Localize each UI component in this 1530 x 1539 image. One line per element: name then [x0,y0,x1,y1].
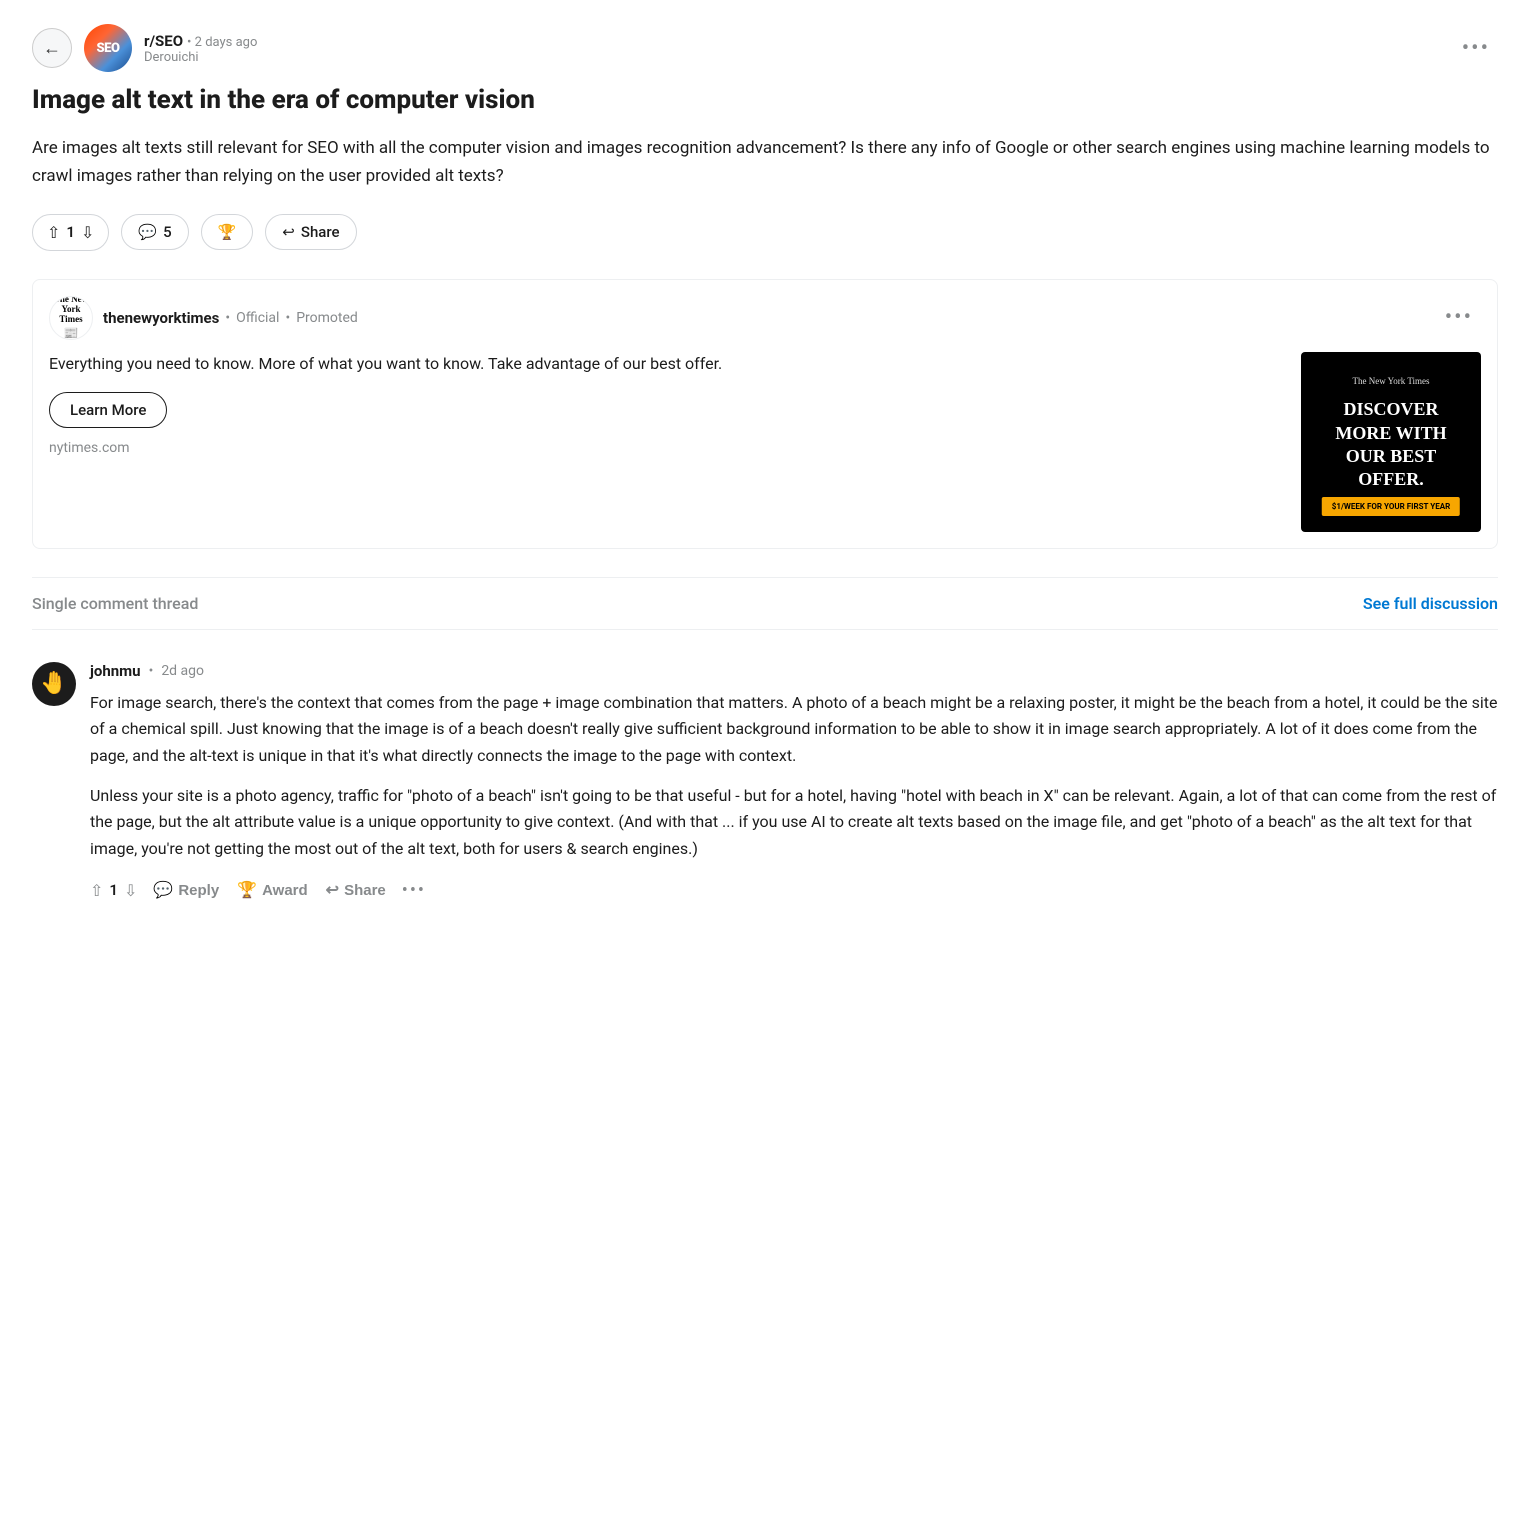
comment-thread-header: Single comment thread See full discussio… [32,577,1498,630]
action-bar: ⇧ 1 ⇩ 💬 5 🏆 ↩ Share [32,214,1498,251]
comment-share-button[interactable]: ↩ Share [324,876,388,904]
comment-vote-count: 1 [109,881,118,899]
downvote-icon[interactable]: ⇩ [81,223,94,242]
comment-reply-button[interactable]: 💬 Reply [151,876,221,904]
comment-body: For image search, there's the context th… [90,690,1498,862]
post-title: Image alt text in the era of computer vi… [32,84,1498,118]
comment-upvote-icon[interactable]: ⇧ [90,881,103,900]
nyt-logo: The New York Times 📰 [50,296,92,340]
ad-meta: thenewyorktimes • Official • Promoted [103,309,358,327]
vote-count: 1 [66,223,75,241]
award-comment-icon: 🏆 [237,880,257,900]
see-full-discussion-link[interactable]: See full discussion [1363,594,1498,613]
award-label: Award [262,882,308,899]
learn-more-button[interactable]: Learn More [49,392,167,428]
comment-time: 2d ago [161,663,204,679]
ad-image: The New York Times DISCOVER MORE WITH OU… [1301,352,1481,532]
ad-section: The New York Times 📰 thenewyorktimes • O… [32,279,1498,549]
more-options-button[interactable]: ••• [1454,32,1498,65]
comment-paragraph-2: Unless your site is a photo agency, traf… [90,783,1498,862]
share-icon: ↩ [282,223,295,241]
award-icon: 🏆 [218,223,237,241]
ad-text-column: Everything you need to know. More of wha… [49,352,1285,456]
comment-vote-button[interactable]: ⇧ 1 ⇩ [90,881,137,900]
single-comment-thread-label: Single comment thread [32,594,198,613]
share-comment-icon: ↩ [326,880,339,900]
comment-downvote-icon[interactable]: ⇩ [124,881,137,900]
vote-button[interactable]: ⇧ 1 ⇩ [32,214,109,251]
ad-image-column: The New York Times DISCOVER MORE WITH OU… [1301,352,1481,532]
post-meta: r/SEO • 2 days ago Derouichi [144,31,257,65]
share-button[interactable]: ↩ Share [265,214,356,250]
subreddit-avatar: SEO [84,24,132,72]
ad-content: Everything you need to know. More of wha… [49,352,1481,532]
ad-image-headline: DISCOVER MORE WITH OUR BEST OFFER. [1317,398,1465,492]
reply-label: Reply [178,882,219,899]
back-button[interactable]: ← [32,28,72,68]
award-button[interactable]: 🏆 [201,214,254,250]
post-body: Are images alt texts still relevant for … [32,134,1498,190]
post-header: ← SEO r/SEO • 2 days ago Derouichi ••• [32,24,1498,72]
subreddit-name[interactable]: r/SEO [144,32,183,50]
ad-image-cta: $1/WEEK FOR YOUR FIRST YEAR [1322,497,1460,516]
comment-button[interactable]: 💬 5 [121,214,188,250]
comment-award-button[interactable]: 🏆 Award [235,876,310,904]
comment-more-options-button[interactable]: ••• [402,880,426,901]
ad-image-nyt-header: The New York Times [1352,376,1429,386]
post-time: • 2 days ago [187,35,257,50]
comment-icon: 💬 [138,223,157,241]
ad-avatar: The New York Times 📰 [49,296,93,340]
comment-paragraph-1: For image search, there's the context th… [90,690,1498,769]
comment-username[interactable]: johnmu [90,662,141,680]
comment-avatar-icon: 🤚 [40,671,67,696]
comment: 🤚 johnmu • 2d ago For image search, ther… [32,654,1498,912]
comment-actions: ⇧ 1 ⇩ 💬 Reply 🏆 Award ↩ Share ••• [90,876,1498,904]
comment-header-row: johnmu • 2d ago [90,662,1498,680]
comment-count: 5 [163,223,172,241]
ad-official-badge: Official [236,310,279,326]
post-author: Derouichi [144,50,257,65]
comment-share-label: Share [344,882,386,899]
reply-icon: 💬 [153,880,173,900]
ad-description: Everything you need to know. More of wha… [49,352,1285,376]
comment-content: johnmu • 2d ago For image search, there'… [90,662,1498,904]
upvote-icon[interactable]: ⇧ [47,223,60,242]
ad-more-options-button[interactable]: ••• [1437,301,1481,334]
ad-domain: nytimes.com [49,440,1285,456]
ad-header: The New York Times 📰 thenewyorktimes • O… [49,296,1481,340]
ad-promoted-badge: Promoted [296,310,358,326]
comment-avatar: 🤚 [32,662,76,706]
ad-advertiser[interactable]: thenewyorktimes [103,309,219,327]
share-label: Share [301,223,340,241]
